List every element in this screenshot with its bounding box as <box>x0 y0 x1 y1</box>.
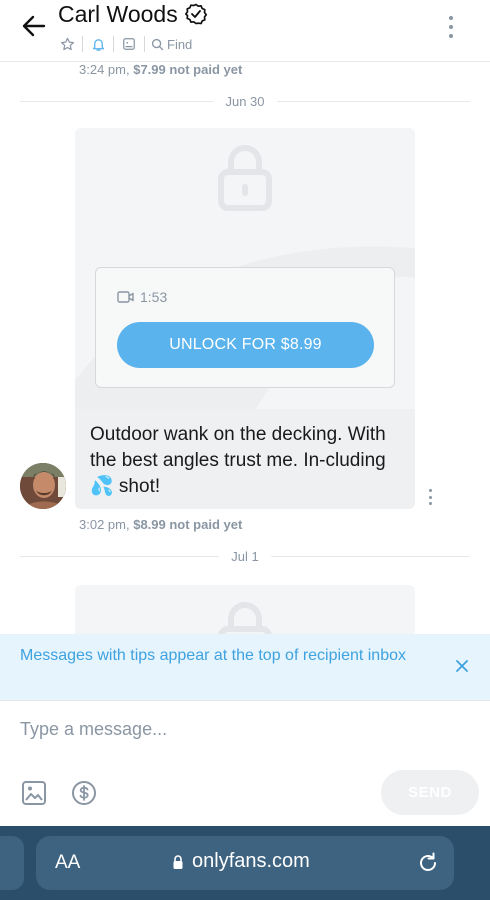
message-composer: SEND <box>0 700 490 826</box>
avatar[interactable] <box>20 463 66 509</box>
video-camera-icon <box>117 291 134 303</box>
previous-tab[interactable] <box>0 836 24 890</box>
header-toolbar: Find <box>56 34 192 54</box>
find-label: Find <box>167 36 193 52</box>
tip-banner-text: Messages with tips appear at the top of … <box>20 647 406 664</box>
verified-badge-icon <box>184 3 208 25</box>
toolbar-divider <box>82 36 83 52</box>
message-time: 3:02 pm, <box>79 517 130 532</box>
close-icon[interactable] <box>454 658 470 674</box>
bell-icon[interactable] <box>87 34 109 54</box>
reader-settings-button[interactable]: AA <box>55 852 80 874</box>
aa-label: AA <box>55 852 81 873</box>
toolbar-divider <box>144 36 145 52</box>
locked-media-card: 1:53 UNLOCK FOR $8.99 <box>75 128 415 410</box>
message-meta: 3:02 pm, $8.99 not paid yet <box>79 517 242 532</box>
url-display[interactable]: onlyfans.com <box>172 850 310 873</box>
message-time: 3:24 pm, <box>79 62 130 77</box>
previous-message-meta: 3:24 pm, $7.99 not paid yet <box>79 62 242 77</box>
send-tip-icon[interactable] <box>70 779 98 807</box>
url-text: onlyfans.com <box>192 850 310 872</box>
search-icon <box>151 38 164 50</box>
toolbar-divider <box>113 36 114 52</box>
reload-icon[interactable] <box>416 851 440 875</box>
tip-info-banner: Messages with tips appear at the top of … <box>0 634 490 700</box>
star-icon[interactable] <box>56 34 78 54</box>
message-text: Outdoor wank on the decking. With the be… <box>75 409 415 509</box>
message-price-status: $8.99 not paid yet <box>133 517 243 532</box>
date-label: Jul 1 <box>231 548 259 564</box>
browser-toolbar: AA onlyfans.com <box>0 826 490 900</box>
unlock-button[interactable]: UNLOCK FOR $8.99 <box>117 322 374 368</box>
message-options-icon[interactable] <box>427 489 433 505</box>
video-info: 1:53 <box>117 289 167 305</box>
address-bar[interactable]: AA onlyfans.com <box>36 836 454 890</box>
back-arrow-icon[interactable] <box>20 12 48 40</box>
lock-icon <box>217 140 273 212</box>
unlock-panel: 1:53 UNLOCK FOR $8.99 <box>95 267 395 388</box>
gallery-icon[interactable] <box>118 34 140 54</box>
video-duration: 1:53 <box>140 289 168 305</box>
date-label: Jun 30 <box>225 93 265 109</box>
lock-icon <box>173 854 183 869</box>
date-divider: Jul 1 <box>20 546 470 566</box>
message-price-status: $7.99 not paid yet <box>133 62 243 77</box>
image-upload-icon[interactable] <box>20 779 48 807</box>
message-input[interactable] <box>20 716 460 742</box>
more-options-icon[interactable] <box>440 14 462 40</box>
chat-title[interactable]: Carl Woods <box>58 1 178 28</box>
find-button[interactable]: Find <box>149 37 192 52</box>
chat-header: Carl Woods Find <box>0 0 490 62</box>
send-button[interactable]: SEND <box>381 770 479 815</box>
date-divider: Jun 30 <box>20 91 471 111</box>
